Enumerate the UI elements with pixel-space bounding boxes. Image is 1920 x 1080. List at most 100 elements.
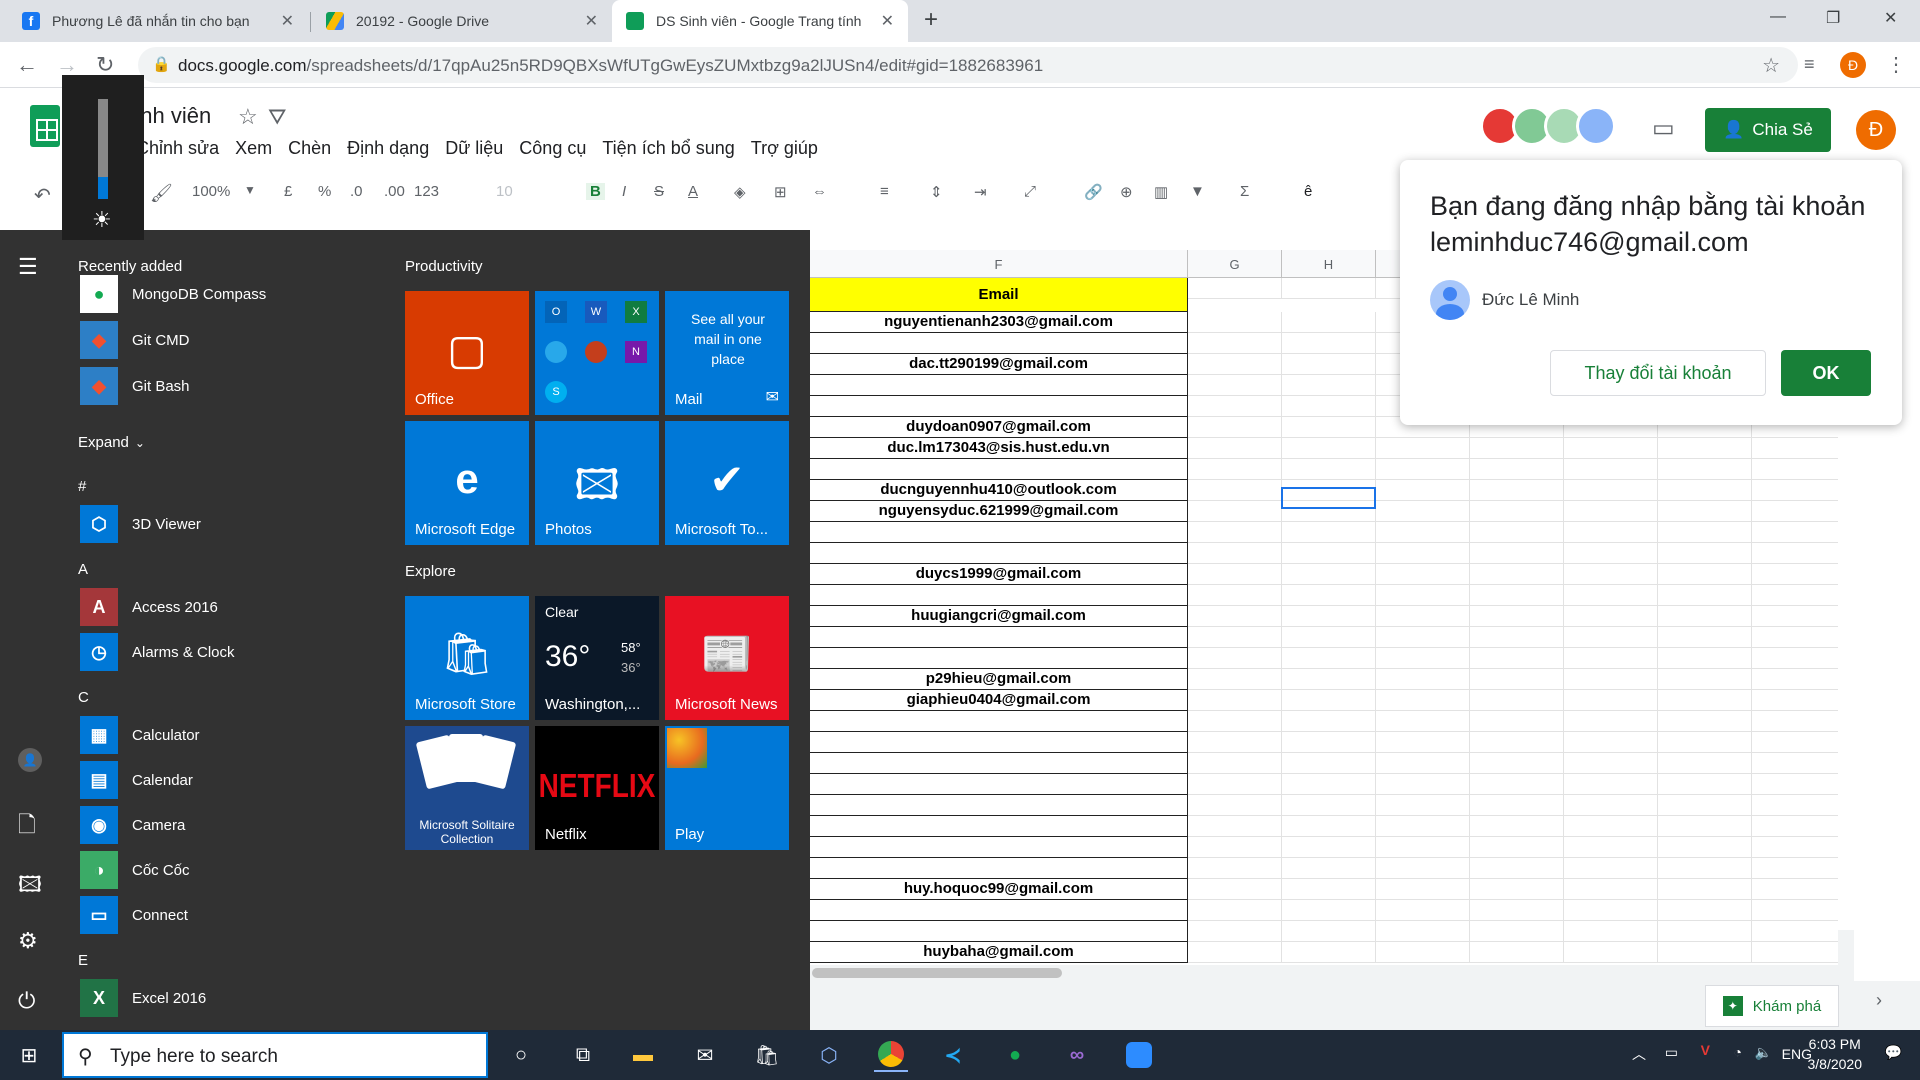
collaborator-avatar[interactable] — [1576, 106, 1616, 146]
email-cell[interactable] — [810, 585, 1188, 606]
user-account-icon[interactable]: 👤 — [18, 748, 42, 772]
grid-cell[interactable] — [1188, 816, 1282, 837]
email-cell[interactable] — [810, 375, 1188, 396]
grid-cell[interactable] — [1282, 753, 1376, 774]
antivirus-icon[interactable]: V — [1701, 1042, 1710, 1058]
back-arrow-icon[interactable]: ← — [16, 52, 38, 78]
ok-button[interactable]: OK — [1781, 350, 1871, 396]
window-close-button[interactable]: ✕ — [1884, 8, 1897, 28]
text-wrap-icon[interactable]: ⇥ — [974, 183, 987, 201]
email-cell[interactable] — [810, 921, 1188, 942]
grid-cell[interactable] — [1658, 564, 1752, 585]
app-list-item[interactable]: ● MongoDB Compass — [80, 274, 266, 314]
grid-cell[interactable] — [1470, 816, 1564, 837]
decrease-decimal-button[interactable]: .0 — [350, 183, 363, 200]
grid-cell[interactable] — [1376, 942, 1470, 963]
grid-cell[interactable] — [1188, 417, 1282, 438]
section-letter[interactable]: # — [78, 478, 86, 495]
bookmark-star-icon[interactable]: ☆ — [1762, 53, 1780, 78]
email-cell[interactable] — [810, 648, 1188, 669]
grid-cell[interactable] — [1470, 837, 1564, 858]
more-formats-button[interactable]: 123 — [414, 183, 439, 200]
email-cell[interactable]: nguyensyduc.621999@gmail.com — [810, 501, 1188, 522]
grid-cell[interactable] — [1282, 564, 1376, 585]
share-button[interactable]: 👤 Chia Sẻ — [1705, 108, 1831, 152]
close-icon[interactable]: ✕ — [281, 11, 294, 31]
grid-cell[interactable] — [1188, 375, 1282, 396]
grid-cell[interactable] — [1752, 732, 1838, 753]
grid-cell[interactable] — [1282, 669, 1376, 690]
insert-chart-icon[interactable]: ▥ — [1154, 183, 1168, 201]
grid-cell[interactable] — [1282, 795, 1376, 816]
grid-cell[interactable] — [1188, 837, 1282, 858]
grid-cell[interactable] — [1752, 711, 1838, 732]
text-color-button[interactable]: A — [688, 183, 698, 200]
grid-cell[interactable] — [1282, 774, 1376, 795]
grid-cell[interactable] — [1188, 564, 1282, 585]
align-vertical-icon[interactable]: ⇕ — [930, 183, 943, 201]
menu-insert[interactable]: Chèn — [288, 138, 331, 159]
grid-cell[interactable] — [1282, 879, 1376, 900]
horizontal-scrollbar[interactable] — [810, 965, 1838, 981]
grid-cell[interactable] — [1564, 795, 1658, 816]
grid-cell[interactable] — [1658, 522, 1752, 543]
grid-cell[interactable] — [1376, 879, 1470, 900]
email-cell[interactable] — [810, 795, 1188, 816]
grid-cell[interactable] — [1188, 900, 1282, 921]
email-cell[interactable]: p29hieu@gmail.com — [810, 669, 1188, 690]
grid-cell[interactable] — [1188, 921, 1282, 942]
font-size-select[interactable]: 10 — [496, 183, 513, 200]
email-cell[interactable]: huybaha@gmail.com — [810, 942, 1188, 963]
mail-icon[interactable]: ✉ — [688, 1038, 722, 1072]
grid-cell[interactable] — [1376, 669, 1470, 690]
grid-cell[interactable] — [1282, 858, 1376, 879]
grid-cell[interactable] — [1470, 648, 1564, 669]
grid-cell[interactable] — [1470, 501, 1564, 522]
app-list-item[interactable]: ◆ Git CMD — [80, 320, 190, 360]
grid-cell[interactable] — [1752, 669, 1838, 690]
grid-cell[interactable] — [1564, 711, 1658, 732]
align-horizontal-icon[interactable]: ≡ — [880, 183, 889, 200]
menu-view[interactable]: Xem — [235, 138, 272, 159]
grid-cell[interactable] — [1188, 585, 1282, 606]
email-cell[interactable] — [810, 753, 1188, 774]
app-list-item[interactable]: A Access 2016 — [80, 587, 218, 627]
grid-cell[interactable] — [1282, 921, 1376, 942]
grid-cell[interactable] — [1376, 921, 1470, 942]
tile-mail[interactable]: See all your mail in one place Mail ✉ — [665, 291, 789, 415]
grid-cell[interactable] — [1376, 858, 1470, 879]
app-list-item[interactable]: ▦ Calculator — [80, 715, 200, 755]
grid-cell[interactable] — [1376, 816, 1470, 837]
selected-cell[interactable] — [1281, 487, 1376, 509]
email-cell[interactable] — [810, 837, 1188, 858]
email-cell[interactable]: duydoan0907@gmail.com — [810, 417, 1188, 438]
change-account-button[interactable]: Thay đổi tài khoản — [1550, 350, 1766, 396]
filter-icon[interactable]: ▼ — [1190, 183, 1205, 200]
grid-cell[interactable] — [1282, 711, 1376, 732]
grid-cell[interactable] — [1564, 585, 1658, 606]
grid-cell[interactable] — [1752, 522, 1838, 543]
tile-todo[interactable]: ✔ Microsoft To... — [665, 421, 789, 545]
grid-cell[interactable] — [1188, 438, 1282, 459]
grid-cell[interactable] — [1282, 690, 1376, 711]
grid-cell[interactable] — [1470, 480, 1564, 501]
grid-cell[interactable] — [1282, 438, 1376, 459]
grid-cell[interactable] — [1470, 879, 1564, 900]
vscode-icon[interactable]: ≺ — [936, 1038, 970, 1072]
explore-button[interactable]: ✦ Khám phá — [1705, 985, 1839, 1027]
app-list-item[interactable]: ◑ Cốc Cốc — [80, 850, 190, 890]
tile-solitaire[interactable]: Microsoft Solitaire Collection — [405, 726, 529, 850]
grid-cell[interactable] — [1658, 837, 1752, 858]
wifi-icon[interactable]: ◔ — [1734, 1044, 1742, 1060]
grid-cell[interactable] — [1752, 900, 1838, 921]
grid-cell[interactable] — [1658, 795, 1752, 816]
grid-cell[interactable] — [1564, 522, 1658, 543]
chevron-right-icon[interactable]: › — [1876, 990, 1882, 1011]
maximize-button[interactable]: ❐ — [1826, 8, 1840, 28]
settings-gear-icon[interactable]: ⚙ — [18, 928, 38, 954]
grid-cell[interactable] — [1188, 606, 1282, 627]
expand-button[interactable]: Expand ⌄ — [78, 434, 145, 451]
minimize-button[interactable]: — — [1770, 8, 1786, 26]
grid-cell[interactable] — [1470, 753, 1564, 774]
tab-drive[interactable]: 20192 - Google Drive ✕ — [312, 0, 612, 42]
